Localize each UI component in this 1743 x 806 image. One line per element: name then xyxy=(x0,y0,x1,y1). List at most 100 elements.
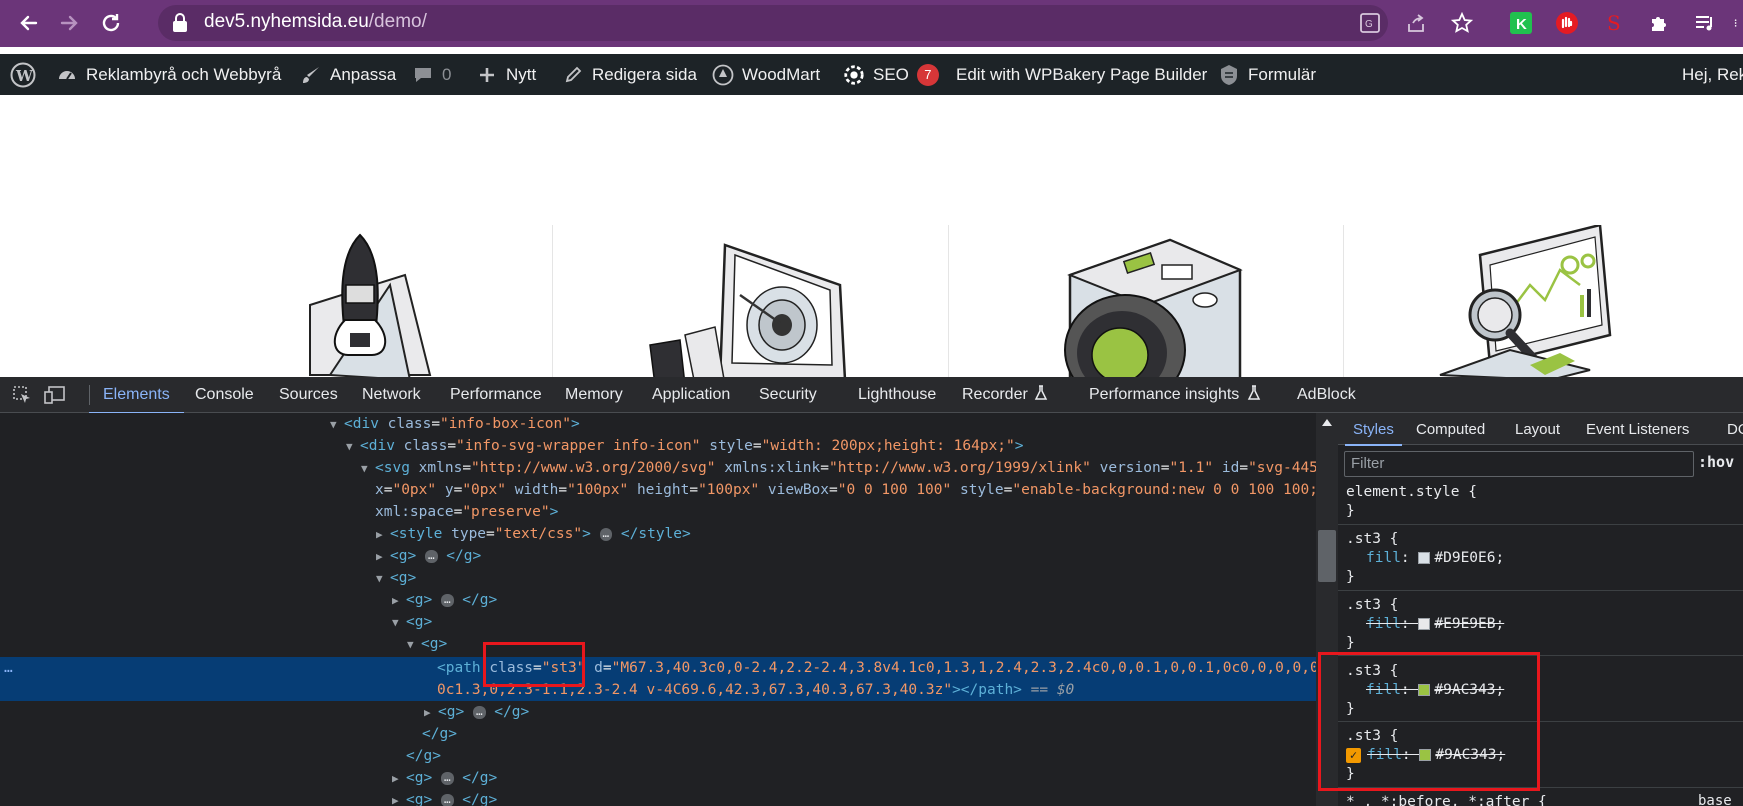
dom-node-svg-attrs-line3[interactable]: xml:space="preserve"> xyxy=(375,501,558,523)
collapsed-content-ellipsis[interactable]: … xyxy=(472,705,486,719)
collapsed-content-ellipsis[interactable]: … xyxy=(440,793,454,806)
new-content-menu[interactable]: Nytt xyxy=(476,54,536,95)
node-actions-dots[interactable]: … xyxy=(4,657,13,679)
tab-adblock[interactable]: AdBlock xyxy=(1297,377,1356,413)
tab-performance[interactable]: Performance xyxy=(450,377,542,413)
tab-security[interactable]: Security xyxy=(759,377,817,413)
customize-menu[interactable]: Anpassa xyxy=(300,54,396,95)
dom-node-g-open[interactable]: ▼ <g> xyxy=(392,611,432,633)
tab-recorder[interactable]: Recorder xyxy=(962,377,1048,413)
collapsed-content-ellipsis[interactable]: … xyxy=(440,593,454,607)
rule-declaration[interactable]: fill: #D9E0E6; xyxy=(1346,549,1504,568)
edit-page-label: Redigera sida xyxy=(592,64,697,84)
collapsed-content-ellipsis[interactable]: … xyxy=(424,549,438,563)
seo-menu[interactable]: SEO 7 xyxy=(843,54,939,95)
dom-node-g-open[interactable]: ▼ <g> xyxy=(376,567,416,589)
expand-triangle-icon[interactable]: ▶ xyxy=(392,768,406,790)
dom-node-info-svg-wrapper[interactable]: ▼ <div class="info-svg-wrapper info-icon"… xyxy=(346,435,1024,457)
wordpress-logo-icon[interactable]: W xyxy=(10,54,36,95)
dom-node-g[interactable]: ▶ <g> … </g> xyxy=(392,589,497,611)
tab-event-listeners[interactable]: Event Listeners xyxy=(1586,413,1689,445)
rule-source-link[interactable]: base xyxy=(1698,793,1732,806)
comments-menu[interactable]: 0 xyxy=(412,54,451,95)
extension-k-icon[interactable]: K xyxy=(1508,10,1534,36)
menu-icon[interactable] xyxy=(1734,10,1743,36)
expand-triangle-icon[interactable]: ▶ xyxy=(424,702,438,724)
collapse-triangle-icon[interactable]: ▼ xyxy=(392,612,406,634)
dom-node-info-box-icon[interactable]: ▼ <div class="info-box-icon"> xyxy=(330,413,580,435)
scroll-up-arrow-icon[interactable] xyxy=(1321,417,1333,427)
lock-icon[interactable] xyxy=(172,13,188,38)
collapsed-content-ellipsis[interactable]: … xyxy=(599,527,613,541)
equals-sign: = xyxy=(462,460,472,476)
expand-triangle-icon[interactable]: ▶ xyxy=(392,590,406,612)
expand-triangle-icon[interactable]: ▶ xyxy=(392,790,406,806)
st3-rule-2[interactable]: .st3 { fill: #E9E9EB; } xyxy=(1346,596,1504,653)
tab-memory[interactable]: Memory xyxy=(565,377,623,413)
device-toolbar-icon[interactable] xyxy=(44,377,66,413)
tab-dom[interactable]: DOM xyxy=(1727,413,1743,445)
tab-performance-insights[interactable]: Performance insights xyxy=(1089,377,1261,413)
tab-application[interactable]: Application xyxy=(652,377,730,413)
inspect-element-icon[interactable] xyxy=(12,377,32,413)
semicolon: ; xyxy=(1495,616,1505,632)
tab-styles[interactable]: Styles xyxy=(1345,413,1402,446)
collapse-triangle-icon[interactable]: ▼ xyxy=(361,458,375,480)
tab-sources[interactable]: Sources xyxy=(279,377,338,413)
collapse-triangle-icon[interactable]: ▼ xyxy=(407,634,421,656)
translate-icon[interactable]: G xyxy=(1357,10,1383,36)
account-menu[interactable]: Hej, Rekl xyxy=(1682,54,1743,95)
extension-s-icon[interactable]: S xyxy=(1600,10,1626,36)
wp-admin-bar: W Reklambyrå och Webbyrå Anpassa 0 Nytt … xyxy=(0,54,1743,95)
st3-rule-1[interactable]: .st3 { fill: #D9E0E6; } xyxy=(1346,530,1504,587)
tab-layout[interactable]: Layout xyxy=(1515,413,1560,445)
elements-scrollbar-thumb[interactable] xyxy=(1318,530,1336,582)
forms-label: Formulär xyxy=(1248,64,1317,84)
edit-page-menu[interactable]: Redigera sida xyxy=(562,54,697,95)
bookmark-star-icon[interactable] xyxy=(1449,10,1475,36)
collapse-triangle-icon[interactable]: ▼ xyxy=(330,414,344,436)
back-icon[interactable] xyxy=(14,8,44,38)
dom-node-svg-attrs-line2[interactable]: x="0px" y="0px" width="100px" height="10… xyxy=(375,479,1316,501)
collapse-triangle-icon[interactable]: ▼ xyxy=(376,568,390,590)
hover-state-toggle[interactable]: :hov xyxy=(1698,453,1734,471)
column-divider xyxy=(552,225,553,377)
tab-network[interactable]: Network xyxy=(362,377,421,413)
equals-sign: = xyxy=(447,438,457,454)
media-playlist-icon[interactable] xyxy=(1692,10,1718,36)
dom-node-g[interactable]: ▶ <g> … </g> xyxy=(392,789,497,806)
color-swatch[interactable] xyxy=(1418,552,1431,564)
extension-hand-icon[interactable] xyxy=(1554,10,1580,36)
collapse-triangle-icon[interactable]: ▼ xyxy=(346,436,360,458)
collapsed-content-ellipsis[interactable]: … xyxy=(440,771,454,785)
dom-node-g[interactable]: ▶ <g> … </g> xyxy=(424,701,529,723)
color-swatch[interactable] xyxy=(1418,618,1431,630)
flask-icon xyxy=(1247,384,1261,406)
share-icon[interactable] xyxy=(1403,10,1429,36)
tab-elements[interactable]: Elements xyxy=(89,377,184,414)
tab-lighthouse[interactable]: Lighthouse xyxy=(858,377,936,413)
dom-node-g[interactable]: ▶ <g> … </g> xyxy=(376,545,481,567)
reload-icon[interactable] xyxy=(96,8,126,38)
tab-console[interactable]: Console xyxy=(195,377,254,413)
site-name-menu[interactable]: Reklambyrå och Webbyrå xyxy=(56,54,281,95)
woodmart-menu[interactable]: WoodMart xyxy=(712,54,820,95)
element-style-rule[interactable]: element.style { } xyxy=(1346,483,1477,521)
tab-computed[interactable]: Computed xyxy=(1416,413,1485,445)
dom-node-g-close[interactable]: </g> xyxy=(406,745,441,767)
forward-icon[interactable] xyxy=(54,8,84,38)
dom-node-svg[interactable]: ▼ <svg xmlns="http://www.w3.org/2000/svg"… xyxy=(361,457,1316,479)
rule-declaration-overridden[interactable]: fill: #E9E9EB; xyxy=(1346,615,1504,634)
expand-triangle-icon[interactable]: ▶ xyxy=(376,524,390,546)
dom-node-style[interactable]: ▶ <style type="text/css"> … </style> xyxy=(376,523,691,545)
forms-menu[interactable]: Formulär xyxy=(1218,54,1316,95)
universal-rule[interactable]: * , *:before, *:after { xyxy=(1346,793,1547,806)
expand-triangle-icon[interactable]: ▶ xyxy=(376,546,390,568)
dom-node-g[interactable]: ▶ <g> … </g> xyxy=(392,767,497,789)
equals-sign: = xyxy=(820,460,829,476)
dom-node-g-open[interactable]: ▼ <g> xyxy=(407,633,447,655)
wpbakery-menu[interactable]: Edit with WPBakery Page Builder xyxy=(956,54,1207,95)
styles-filter-input[interactable]: Filter xyxy=(1344,451,1694,477)
dom-node-g-close[interactable]: </g> xyxy=(422,723,457,745)
extensions-puzzle-icon[interactable] xyxy=(1646,10,1672,36)
